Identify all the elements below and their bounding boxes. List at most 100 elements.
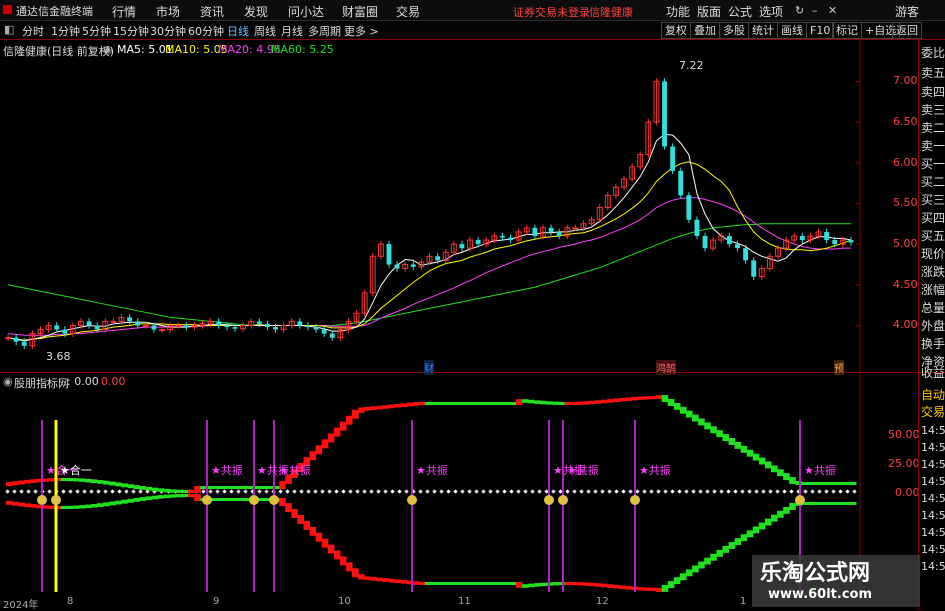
zero-line-marker xyxy=(810,489,815,494)
lower-band-segment xyxy=(831,502,839,505)
lower-band-segment xyxy=(588,582,596,587)
lower-band-segment xyxy=(279,498,286,507)
zero-line-marker xyxy=(68,489,73,494)
lower-band-segment xyxy=(224,498,232,501)
candle xyxy=(13,337,19,342)
upper-band-segment xyxy=(473,402,481,405)
zero-line-marker xyxy=(418,489,423,494)
sidebar-item-ask2[interactable]: 卖二 xyxy=(921,119,945,136)
candle xyxy=(273,327,278,330)
sidebar-item-ask4[interactable]: 卖四 xyxy=(921,83,945,100)
candle xyxy=(313,327,319,330)
upper-band-segment xyxy=(849,482,857,485)
upper-band-segment xyxy=(655,395,663,400)
sidebar-item-bid5[interactable]: 买五 xyxy=(921,227,945,244)
lower-band-segment xyxy=(716,549,723,557)
lower-band-segment xyxy=(594,583,602,587)
trade-time: 14:56 xyxy=(921,509,945,522)
sidebar-item-bid2[interactable]: 买二 xyxy=(921,173,945,190)
lower-band-segment xyxy=(777,510,784,518)
lower-band-segment xyxy=(491,582,499,585)
upper-band-segment xyxy=(182,489,189,493)
zero-line-marker xyxy=(523,489,528,494)
candle xyxy=(329,333,335,338)
zero-line-marker xyxy=(334,489,339,494)
kline-chart[interactable] xyxy=(0,0,919,596)
zero-line-marker xyxy=(824,489,829,494)
auto-trade-label-2[interactable]: 交易 xyxy=(921,403,945,420)
upper-band-segment xyxy=(698,418,705,426)
upper-band-segment xyxy=(24,479,31,484)
lower-band-segment xyxy=(91,503,98,508)
upper-band-segment xyxy=(188,489,195,493)
auto-trade-label-1[interactable]: 自动 xyxy=(921,386,945,403)
upper-band-segment xyxy=(625,397,632,401)
upper-band-segment xyxy=(485,402,493,405)
zero-line-marker xyxy=(614,489,619,494)
candle xyxy=(572,227,579,230)
lower-band-segment xyxy=(558,582,566,586)
lower-band-segment xyxy=(230,498,238,501)
lower-band-segment xyxy=(109,501,116,506)
watermark-url: www.60lt.com xyxy=(768,587,873,602)
candle xyxy=(151,325,157,330)
date-month-1: 1 xyxy=(740,596,747,607)
upper-band-segment xyxy=(558,401,566,405)
upper-band-segment xyxy=(97,480,104,484)
sidebar-item-ask3[interactable]: 卖三 xyxy=(921,101,945,118)
lower-band-segment xyxy=(339,556,347,566)
upper-band-segment xyxy=(400,403,408,407)
sidebar-item-bid4[interactable]: 买四 xyxy=(921,209,945,226)
trade-time: 14:56 xyxy=(921,458,945,471)
sidebar-item-ask5[interactable]: 卖五 xyxy=(921,64,945,81)
upper-band-segment xyxy=(30,479,37,483)
upper-band-segment xyxy=(309,451,317,461)
signal-coin-icon xyxy=(269,495,279,505)
upper-band-segment xyxy=(382,405,389,409)
panel-divider xyxy=(0,372,919,373)
zero-line-marker xyxy=(509,489,514,494)
zero-line-marker xyxy=(110,489,115,494)
upper-band-segment xyxy=(358,407,365,413)
sidebar-item-ask1[interactable]: 卖一 xyxy=(921,137,945,154)
zero-line-marker xyxy=(663,489,668,494)
sidebar-item-bid1[interactable]: 买一 xyxy=(921,155,945,172)
indicator-settings-icon[interactable]: ◉ xyxy=(3,375,13,388)
sidebar-item-bid3[interactable]: 买三 xyxy=(921,191,945,208)
lower-band-segment xyxy=(637,587,644,591)
zero-line-marker xyxy=(138,489,143,494)
zero-line-marker xyxy=(285,489,290,494)
candle xyxy=(386,244,392,265)
upper-band-segment xyxy=(746,449,754,457)
upper-band-segment xyxy=(813,482,821,485)
candle xyxy=(54,325,60,330)
lower-band-segment xyxy=(576,582,584,586)
lower-band-segment xyxy=(667,581,675,588)
upper-band-segment xyxy=(376,405,383,410)
lower-band-segment xyxy=(346,562,353,572)
indicator-value-1: : 0.00 xyxy=(67,375,99,388)
lower-band-segment xyxy=(643,587,651,591)
lower-band-segment xyxy=(151,495,159,500)
trade-time: 14:56 xyxy=(921,560,945,573)
upper-band-segment xyxy=(534,400,541,404)
event-marker-news[interactable]: 鸿鹄 xyxy=(656,360,676,375)
signal-label: ★共振 xyxy=(211,464,243,477)
upper-band-segment xyxy=(722,434,729,442)
sidebar-item-change-pct: 涨幅 xyxy=(921,283,945,297)
zero-line-marker xyxy=(481,489,486,494)
zero-line-marker xyxy=(439,489,444,494)
zero-line-marker xyxy=(460,489,465,494)
lower-band-segment xyxy=(570,582,578,586)
upper-band-segment xyxy=(764,461,772,469)
sidebar-item-outer: 外盘 xyxy=(921,319,945,333)
zero-line-marker xyxy=(320,489,325,494)
candle xyxy=(127,317,133,322)
candle xyxy=(435,256,441,261)
upper-band-segment xyxy=(127,484,134,489)
event-marker-forecast[interactable]: 预 xyxy=(834,360,844,375)
quote-sidebar: 委比 卖五 卖四 卖三 卖二 卖一 买一 买二 买三 买四 买五 现价 涨跌 涨… xyxy=(918,40,945,372)
event-marker-finance[interactable]: 财 xyxy=(424,360,434,375)
zero-line-marker xyxy=(656,489,661,494)
upper-band-segment xyxy=(103,480,110,485)
